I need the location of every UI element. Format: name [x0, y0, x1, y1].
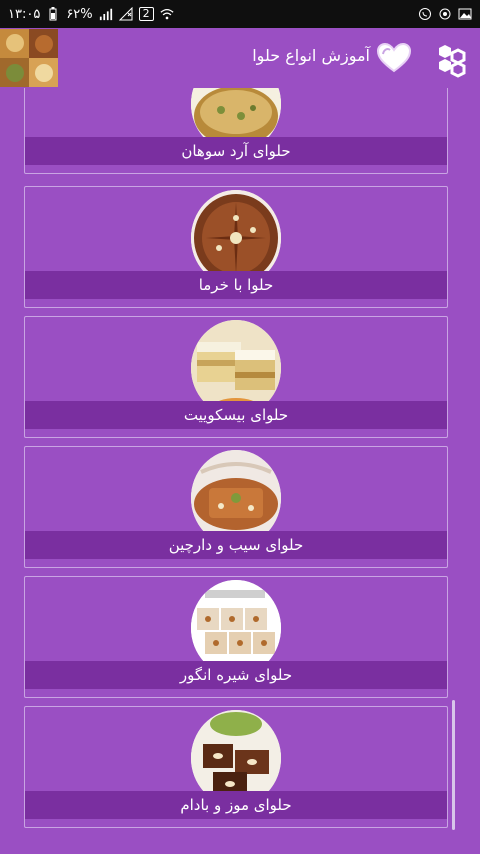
- whatsapp-icon: [418, 7, 432, 21]
- list-item[interactable]: حلوای شیره انگور: [24, 576, 448, 698]
- list-item[interactable]: حلوا با خرما: [24, 186, 448, 308]
- battery-percent: ۶۲%: [66, 6, 93, 22]
- list-item[interactable]: حلوای موز و بادام: [24, 706, 448, 828]
- status-bar-right: [418, 7, 472, 21]
- list-item-label: حلوای بیسکوییت: [25, 401, 447, 429]
- list-item-label: حلوای سیب و دارچین: [25, 531, 447, 559]
- app-thumbnail[interactable]: [0, 29, 58, 87]
- app-bar: آموزش انواع حلوا: [0, 28, 480, 88]
- list-item[interactable]: حلوای آرد سوهان: [24, 88, 448, 174]
- list-item-label: حلوای آرد سوهان: [25, 137, 447, 165]
- list-item[interactable]: حلوای بیسکوییت: [24, 316, 448, 438]
- list-item-label: حلوا با خرما: [25, 271, 447, 299]
- app-title: آموزش انواع حلوا: [252, 46, 370, 65]
- sync-icon: [438, 7, 452, 21]
- battery-icon: [46, 7, 60, 21]
- halva-list[interactable]: حلوای آرد سوهان حلوا با خرما حلوای بیسکو…: [24, 88, 448, 854]
- list-scrollbar[interactable]: [452, 700, 455, 830]
- status-bar: ۱۳:۰۵ ۶۲% 2: [0, 0, 480, 28]
- list-item-label: حلوای موز و بادام: [25, 791, 447, 819]
- gallery-icon: [458, 7, 472, 21]
- no-signal-icon: [118, 7, 133, 21]
- signal-icon: [99, 7, 113, 21]
- status-bar-left: ۱۳:۰۵ ۶۲% 2: [8, 7, 174, 22]
- wifi-icon: [160, 7, 174, 21]
- menu-hexagons-icon[interactable]: [430, 40, 470, 80]
- status-time: ۱۳:۰۵: [8, 6, 41, 22]
- notification-count-badge: 2: [138, 7, 154, 21]
- list-item-label: حلوای شیره انگور: [25, 661, 447, 689]
- list-item[interactable]: حلوای سیب و دارچین: [24, 446, 448, 568]
- favorite-heart-icon[interactable]: [376, 42, 412, 74]
